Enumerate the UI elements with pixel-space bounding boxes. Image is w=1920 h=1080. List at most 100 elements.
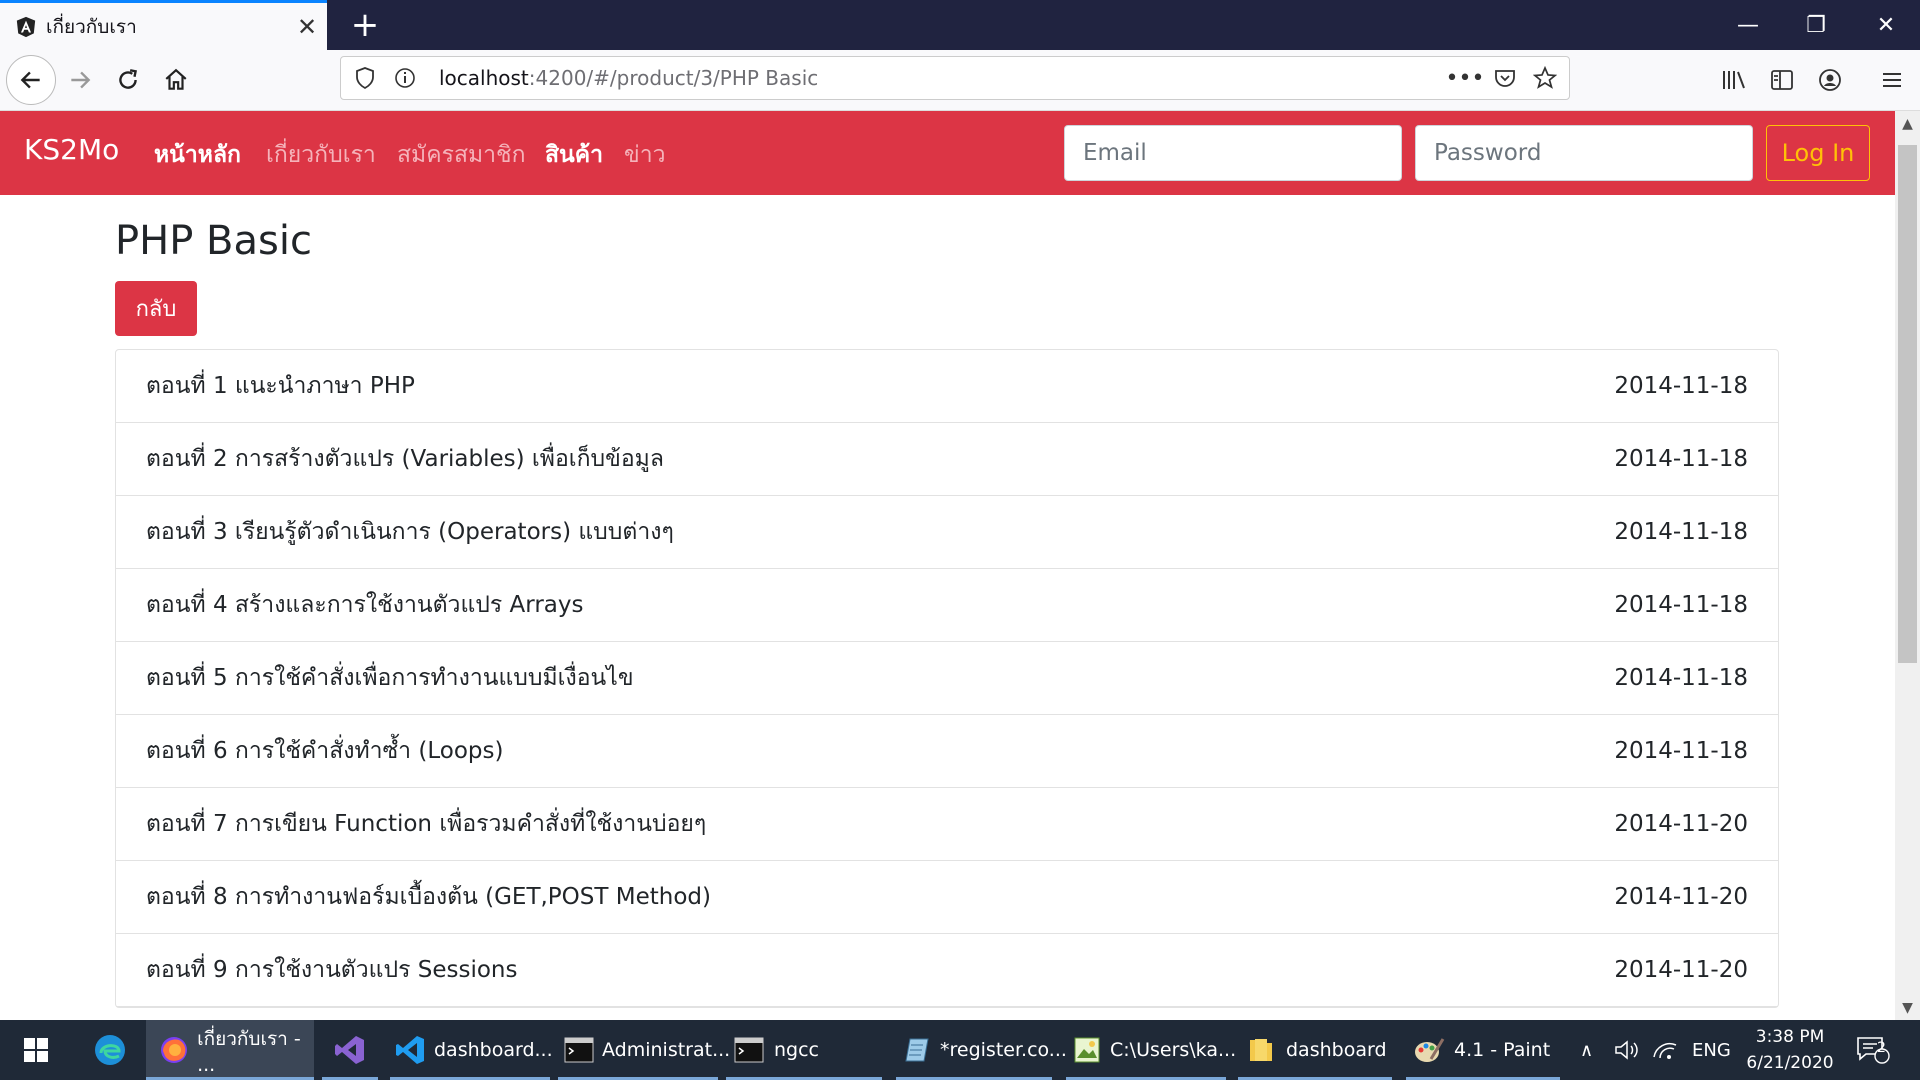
minimize-icon[interactable]: — [1714,0,1782,50]
password-input[interactable]: Password [1415,125,1753,181]
menu-icon[interactable] [1870,58,1914,102]
lesson-date: 2014-11-20 [1614,884,1748,910]
wifi-icon[interactable] [1652,1020,1678,1080]
notifications-button[interactable]: 2 [1856,1020,1890,1080]
nav-products[interactable]: สินค้า [545,137,603,173]
taskbar-label: 4.1 - Paint [1454,1039,1551,1061]
cmd-admin-taskbar-button[interactable]: Administrat... [558,1020,730,1080]
lesson-title: ตอนที่ 5 การใช้คำสั่งเพื่อการทำงานแบบมีเ… [146,665,634,691]
lesson-date: 2014-11-18 [1614,665,1748,691]
start-button[interactable] [14,1020,58,1080]
taskbar-label: dashboard [1286,1039,1387,1061]
lesson-date: 2014-11-20 [1614,957,1748,983]
browser-tab[interactable]: เกี่ยวกับเรา ✕ [0,0,327,50]
account-icon[interactable] [1808,58,1852,102]
lesson-title: ตอนที่ 2 การสร้างตัวแปร (Variables) เพื่… [146,446,664,472]
url-path: :4200/#/product/3/PHP Basic [528,66,819,90]
nav-register[interactable]: สมัครสมาชิก [397,137,526,173]
lesson-row[interactable]: ตอนที่ 1 แนะนำภาษา PHP 2014-11-18 [116,350,1778,423]
firefox-taskbar-button[interactable]: เกี่ยวกับเรา - ... [146,1020,314,1080]
windows-icon [24,1038,48,1062]
scroll-down-icon[interactable]: ▼ [1895,995,1920,1020]
lesson-row[interactable]: ตอนที่ 6 การใช้คำสั่งทำซ้ำ (Loops) 2014-1… [116,715,1778,788]
sidebar-icon[interactable] [1760,58,1804,102]
lesson-date: 2014-11-18 [1614,738,1748,764]
info-icon[interactable] [385,58,425,98]
terminal-icon [732,1033,766,1067]
tab-title: เกี่ยวกับเรา [46,15,137,38]
taskbar-label: *register.co... [940,1039,1067,1061]
clock-time: 3:38 PM [1755,1027,1825,1047]
explorer-path-taskbar-button[interactable]: C:\Users\ka... [1066,1020,1236,1080]
lesson-title: ตอนที่ 1 แนะนำภาษา PHP [146,373,415,399]
browser-navbar: localhost:4200/#/product/3/PHP Basic ••• [0,50,1920,111]
paint-taskbar-button[interactable]: 4.1 - Paint [1406,1020,1560,1080]
language-indicator[interactable]: ENG [1692,1020,1731,1080]
pocket-icon[interactable] [1485,58,1525,98]
scroll-up-icon[interactable]: ▲ [1895,111,1920,136]
page-scrollbar[interactable]: ▲ ▼ [1895,111,1920,1020]
paint-icon [1412,1033,1446,1067]
browser-titlebar: เกี่ยวกับเรา ✕ + — ❐ ✕ [0,0,1920,50]
lesson-row[interactable]: ตอนที่ 5 การใช้คำสั่งเพื่อการทำงานแบบมีเ… [116,642,1778,715]
nav-home[interactable]: หน้าหลัก [154,137,241,173]
vscode-icon [394,1033,426,1067]
lesson-row[interactable]: ตอนที่ 2 การสร้างตัวแปร (Variables) เพื่… [116,423,1778,496]
login-button[interactable]: Log In [1766,125,1870,181]
taskbar-label: ngcc [774,1039,819,1061]
folder-taskbar-button[interactable]: dashboard [1238,1020,1392,1080]
show-hidden-icons[interactable]: ∧ [1580,1020,1593,1080]
close-icon[interactable]: ✕ [287,13,327,41]
brand-logo[interactable]: KS2Mo [24,133,119,166]
lesson-title: ตอนที่ 8 การทำงานฟอร์มเบื้องต้น (GET,POS… [146,884,711,910]
library-icon[interactable] [1712,58,1756,102]
reload-icon[interactable] [106,58,150,102]
email-input[interactable]: Email [1064,125,1402,181]
lesson-row[interactable]: ตอนที่ 4 สร้างและการใช้งานตัวแปร Arrays 2… [116,569,1778,642]
windows-taskbar: เกี่ยวกับเรา - ... dashboard... Administ… [0,1020,1920,1080]
page-title: PHP Basic [115,218,312,264]
url-text: localhost:4200/#/product/3/PHP Basic [439,66,1445,90]
lesson-row[interactable]: ตอนที่ 3 เรียนรู้ตัวดำเนินการ (Operators… [116,496,1778,569]
vscode-taskbar-button[interactable]: dashboard... [390,1020,553,1080]
folder-icon [1244,1033,1278,1067]
scrollbar-thumb[interactable] [1898,145,1917,663]
lesson-row[interactable]: ตอนที่ 9 การใช้งานตัวแปร Sessions 2014-11… [116,934,1778,1007]
cmd-ngcc-taskbar-button[interactable]: ngcc [726,1020,882,1080]
url-bar[interactable]: localhost:4200/#/product/3/PHP Basic ••• [340,56,1570,100]
lesson-date: 2014-11-18 [1614,446,1748,472]
firefox-icon [158,1033,189,1067]
lesson-title: ตอนที่ 3 เรียนรู้ตัวดำเนินการ (Operators… [146,519,674,545]
visual-studio-icon [335,1036,364,1064]
taskbar-label: เกี่ยวกับเรา - ... [197,1028,301,1076]
edge-taskbar-button[interactable] [86,1020,134,1080]
taskbar-label: Administrat... [602,1039,731,1061]
lesson-title: ตอนที่ 6 การใช้คำสั่งทำซ้ำ (Loops) [146,738,504,764]
volume-icon[interactable] [1614,1020,1640,1080]
lesson-list: ตอนที่ 1 แนะนำภาษา PHP 2014-11-18 ตอนที่ … [115,349,1779,1008]
restore-icon[interactable]: ❐ [1782,0,1850,50]
bookmark-star-icon[interactable] [1525,58,1565,98]
lesson-title: ตอนที่ 7 การเขียน Function เพื่อรวมคำสั่… [146,811,707,837]
nav-news[interactable]: ข่าว [624,137,666,173]
new-tab-button[interactable]: + [345,5,385,45]
shield-icon[interactable] [345,58,385,98]
forward-arrow-icon[interactable] [58,58,102,102]
lesson-row[interactable]: ตอนที่ 7 การเขียน Function เพื่อรวมคำสั่… [116,788,1778,861]
lesson-row[interactable]: ตอนที่ 8 การทำงานฟอร์มเบื้องต้น (GET,POS… [116,861,1778,934]
lesson-date: 2014-11-18 [1614,373,1748,399]
system-clock[interactable]: 3:38 PM 6/21/2020 [1740,1024,1840,1076]
notepad-taskbar-button[interactable]: *register.co... [896,1020,1067,1080]
lesson-title: ตอนที่ 9 การใช้งานตัวแปร Sessions [146,957,518,983]
edge-icon [95,1035,125,1065]
more-actions-icon[interactable]: ••• [1445,58,1485,98]
back-page-button[interactable]: กลับ [115,281,197,336]
notification-count: 2 [1877,1040,1886,1056]
home-icon[interactable] [154,58,198,102]
angular-icon [14,15,38,39]
back-button[interactable] [6,55,56,105]
visual-studio-taskbar-button[interactable] [322,1020,378,1080]
image-icon [1072,1033,1102,1067]
window-close-icon[interactable]: ✕ [1852,0,1920,50]
nav-about[interactable]: เกี่ยวกับเรา [266,137,376,173]
